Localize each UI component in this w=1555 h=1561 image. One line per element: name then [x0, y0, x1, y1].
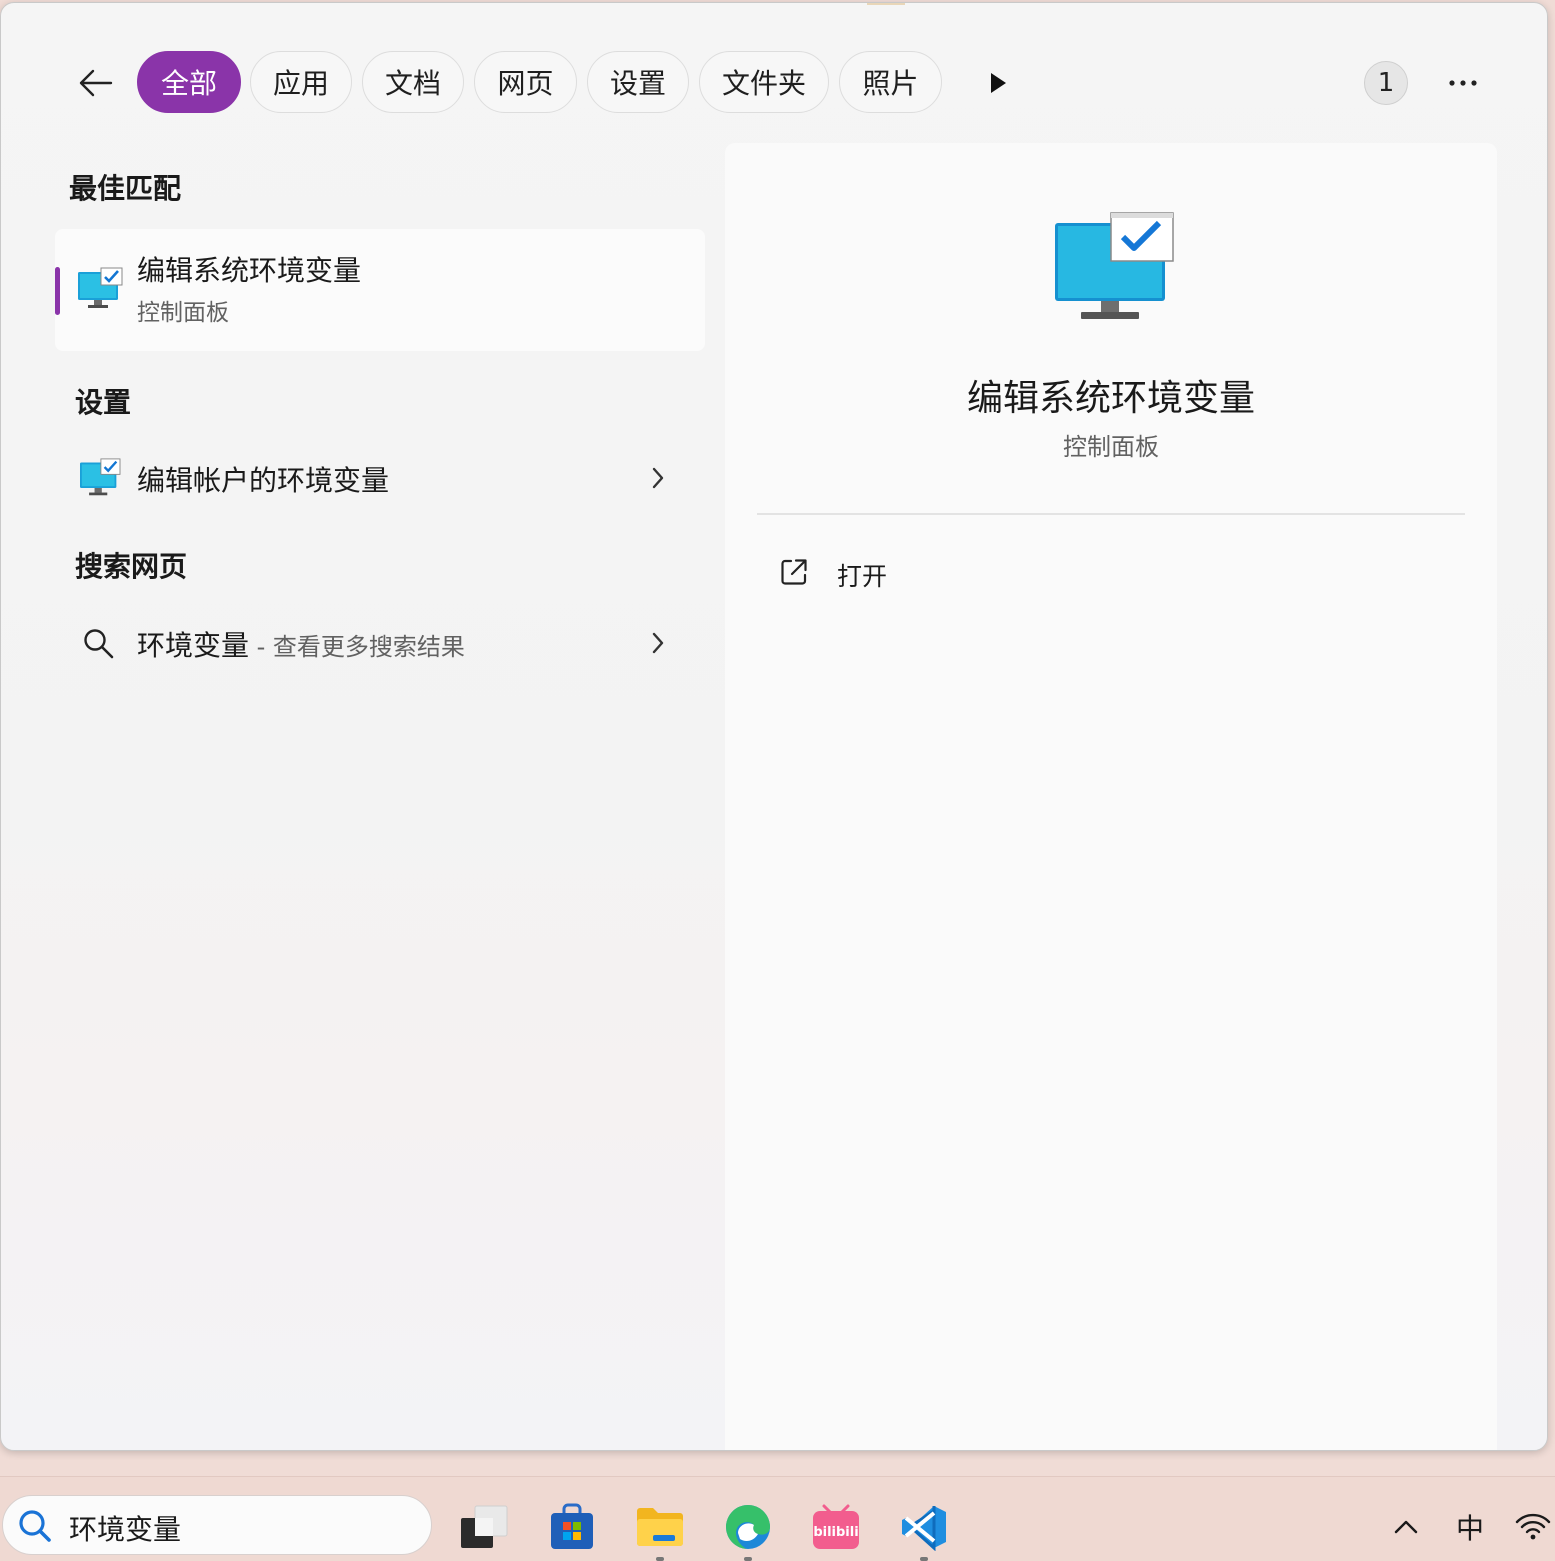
web-search-item[interactable]: 环境变量 - 查看更多搜索结果: [55, 608, 705, 678]
system-properties-icon: [80, 458, 121, 496]
best-match-name: 编辑系统环境变量: [137, 254, 362, 287]
tab-documents[interactable]: 文档: [362, 51, 464, 113]
preview-divider: [757, 513, 1465, 515]
panel-top-accent: [867, 3, 905, 5]
back-button[interactable]: [73, 59, 117, 107]
taskbar-search-box[interactable]: 环境变量: [2, 1495, 432, 1555]
bilibili-icon: bilibili: [813, 1504, 859, 1549]
tab-folders[interactable]: 文件夹: [699, 51, 829, 113]
tab-settings[interactable]: 设置: [587, 51, 689, 113]
ellipsis-icon: [1449, 80, 1477, 86]
web-search-hint: - 查看更多搜索结果: [249, 633, 465, 661]
system-properties-large-icon: [1055, 212, 1174, 319]
tab-all[interactable]: 全部: [137, 51, 241, 113]
play-arrow-icon: [991, 73, 1006, 93]
back-arrow-icon: [79, 69, 113, 97]
open-action[interactable]: 打开: [765, 543, 1065, 603]
input-method-indicator[interactable]: 中: [1450, 1507, 1490, 1547]
search-panel: 全部 应用 文档 网页 设置 文件夹 照片 1 最佳匹配 编辑系统环境变量 控制…: [0, 2, 1548, 1451]
folder-icon: [637, 1508, 683, 1546]
running-indicator: [920, 1557, 928, 1561]
microsoft-store-button[interactable]: [546, 1501, 598, 1553]
preview-pane: 编辑系统环境变量 控制面板 打开: [725, 143, 1497, 1450]
best-match-heading: 最佳匹配: [69, 172, 182, 205]
taskbar: 环境变量 bilibili 中: [0, 1476, 1555, 1561]
running-indicator: [744, 1557, 752, 1561]
more-tabs-button[interactable]: [981, 65, 1015, 101]
best-match-subtitle: 控制面板: [137, 300, 229, 326]
vs-code-button[interactable]: [898, 1501, 950, 1561]
selection-indicator: [55, 267, 60, 315]
bilibili-button[interactable]: bilibili: [810, 1501, 862, 1553]
web-search-heading: 搜索网页: [75, 550, 188, 583]
task-view-button[interactable]: [458, 1501, 510, 1553]
tab-photos[interactable]: 照片: [839, 51, 942, 113]
more-options-button[interactable]: [1439, 65, 1487, 101]
task-view-icon: [461, 1505, 508, 1548]
file-explorer-button[interactable]: [634, 1501, 686, 1561]
open-label: 打开: [837, 562, 888, 591]
vscode-icon: [902, 1506, 946, 1551]
show-hidden-icons-button[interactable]: [1388, 1507, 1424, 1547]
settings-result-label: 编辑帐户的环境变量: [137, 464, 390, 497]
edge-button[interactable]: [722, 1501, 774, 1561]
network-button[interactable]: [1512, 1507, 1554, 1547]
store-icon: [551, 1503, 593, 1549]
wifi-icon: [1515, 1513, 1551, 1540]
preview-subtitle: 控制面板: [1063, 433, 1159, 461]
web-search-query: 环境变量: [137, 629, 250, 662]
tab-web[interactable]: 网页: [474, 51, 577, 113]
result-count-badge: 1: [1364, 61, 1408, 105]
search-icon: [19, 1510, 51, 1542]
chevron-right-icon: [647, 463, 669, 493]
running-indicator: [656, 1557, 664, 1561]
settings-result-item[interactable]: 编辑帐户的环境变量: [55, 443, 705, 513]
edge-icon: [726, 1505, 770, 1549]
system-properties-icon: [78, 267, 123, 308]
settings-heading: 设置: [75, 386, 132, 419]
tab-apps[interactable]: 应用: [250, 51, 352, 113]
open-external-icon: [781, 559, 807, 585]
taskbar-search-text: 环境变量: [69, 1513, 182, 1546]
web-search-label: 环境变量 - 查看更多搜索结果: [137, 624, 465, 664]
chevron-right-icon: [647, 628, 669, 658]
chevron-up-icon: [1394, 1520, 1418, 1534]
best-match-item[interactable]: 编辑系统环境变量 控制面板: [55, 229, 705, 351]
preview-title: 编辑系统环境变量: [966, 378, 1255, 419]
svg-text:bilibili: bilibili: [813, 1525, 858, 1540]
search-icon: [84, 629, 114, 659]
